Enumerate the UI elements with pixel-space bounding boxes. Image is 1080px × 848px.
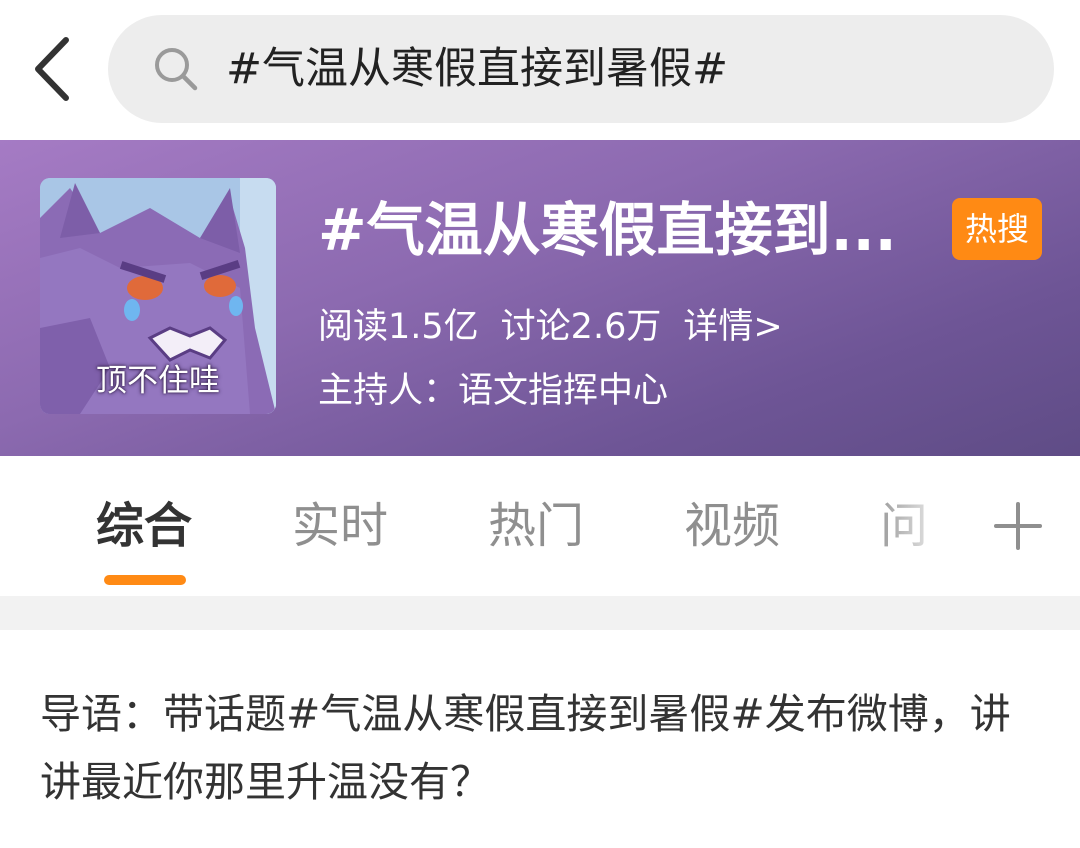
avatar-caption: 顶不住哇 <box>96 363 220 399</box>
back-button[interactable] <box>22 30 86 108</box>
topic-lead-text: 导语：带话题#气温从寒假直接到暑假#发布微博，讲讲最近你那里升温没有？ <box>40 690 1011 806</box>
chevron-left-icon <box>35 37 69 101</box>
hot-search-badge: 热搜 <box>952 198 1042 260</box>
topic-tabs: 综合 实时 热门 视频 问 <box>0 456 1080 596</box>
topic-avatar[interactable]: 顶不住哇 <box>40 178 276 414</box>
search-icon <box>155 48 198 91</box>
top-bar: #气温从寒假直接到暑假# <box>0 0 1080 140</box>
tab-video[interactable]: 视频 <box>684 496 780 556</box>
details-link[interactable]: 详情> <box>683 307 782 347</box>
more-tabs-button[interactable] <box>988 496 1048 556</box>
discussion-count: 讨论2.6万 <box>500 307 662 347</box>
search-query-text: #气温从寒假直接到暑假# <box>226 44 729 94</box>
plus-icon <box>994 502 1042 550</box>
topic-host: 主持人：语文指挥中心 <box>318 371 669 411</box>
tab-hot[interactable]: 热门 <box>488 496 584 556</box>
search-input[interactable]: #气温从寒假直接到暑假# <box>108 15 1054 123</box>
active-tab-indicator <box>104 575 186 585</box>
tab-question[interactable]: 问 <box>880 496 928 556</box>
tab-realtime[interactable]: 实时 <box>292 496 388 556</box>
topic-banner: 顶不住哇 #气温从寒假直接到... 热搜 阅读1.5亿 讨论2.6万 详情> 主持人… <box>0 140 1080 456</box>
section-divider <box>0 596 1080 630</box>
read-count: 阅读1.5亿 <box>318 307 479 347</box>
tab-overview[interactable]: 综合 <box>96 496 192 556</box>
topic-title: #气温从寒假直接到... <box>318 196 897 264</box>
topic-stats: 阅读1.5亿 讨论2.6万 详情> <box>318 302 805 352</box>
